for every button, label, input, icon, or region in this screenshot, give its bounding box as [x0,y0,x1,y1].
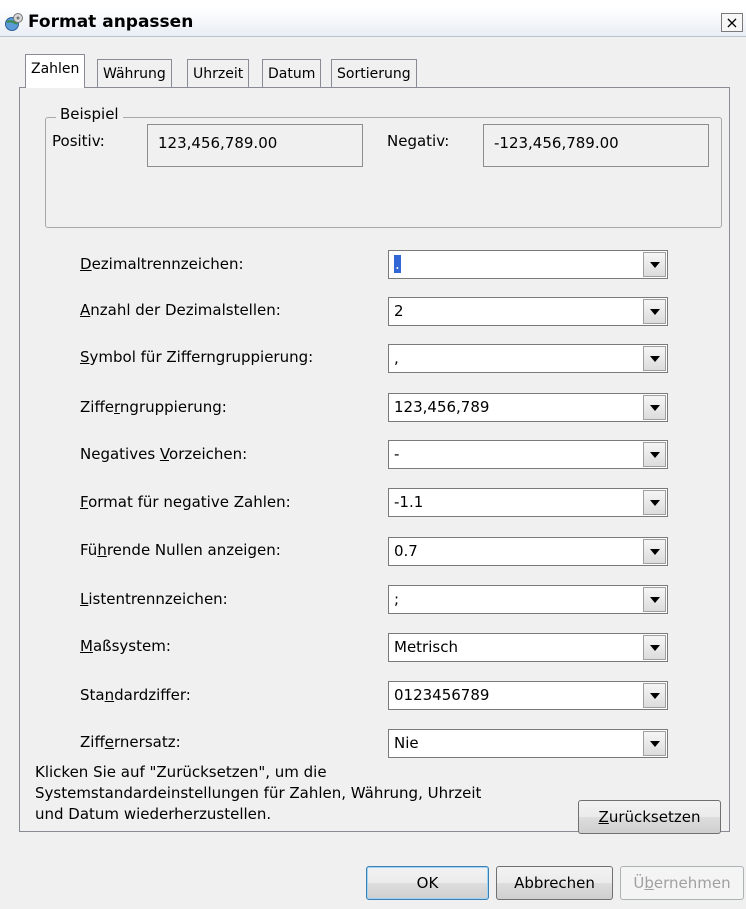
window-title: Format anpassen [28,12,194,32]
masssystem-combo[interactable]: Metrisch [388,633,668,662]
tab-sortierung-label: Sortierung [337,66,411,82]
row-label-standardziffer: Standardziffer: [80,686,191,704]
combo-value: - [394,445,400,463]
row-label-zifferngruppierung: Zifferngruppierung: [80,398,227,416]
row-label-fuehrende-nullen: Führende Nullen anzeigen: [80,541,281,559]
standardziffer-combo[interactable]: 0123456789 [388,681,668,710]
combo-dropdown-button[interactable] [643,539,666,564]
fuehrende-nullen-combo[interactable]: 0.7 [388,537,668,566]
combo-dropdown-button[interactable] [643,346,666,371]
row-label-ziffernersatz: Ziffernersatz: [80,733,181,751]
tab-zahlen-label: Zahlen [31,61,80,77]
tab-uhrzeit[interactable]: Uhrzeit [187,59,250,87]
close-icon: × [725,13,739,32]
tab-datum-label: Datum [268,66,316,82]
row-label-format-negative-zahlen: Format für negative Zahlen: [80,493,291,511]
combo-dropdown-button[interactable] [643,395,666,420]
row-label-symbol-zifferngruppierung: Symbol für Zifferngruppierung: [80,348,314,366]
info-line-1: Klicken Sie auf "Zurücksetzen", um die [35,763,327,781]
combo-dropdown-button[interactable] [643,442,666,467]
chevron-down-icon [650,452,660,458]
negative-label: Negativ: [387,132,450,150]
chevron-down-icon [650,262,660,268]
combo-dropdown-button[interactable] [643,683,666,708]
symbol-zifferngruppierung-combo[interactable]: , [388,344,668,373]
reset-button[interactable]: Zurücksetzen [578,800,721,834]
format-negative-zahlen-combo[interactable]: -1.1 [388,488,668,517]
chevron-down-icon [650,549,660,555]
tab-zahlen[interactable]: Zahlen [25,54,86,88]
tab-waehrung-label: Währung [103,66,166,82]
info-line-3: und Datum wiederherzustellen. [35,805,272,823]
combo-value: 0123456789 [394,686,490,704]
negative-sample-value: -123,456,789.00 [494,134,619,152]
row-label-listentrennzeichen: Listentrennzeichen: [80,590,228,608]
row-label-dezimalstellen: Anzahl der Dezimalstellen: [80,301,281,319]
combo-value: 0.7 [394,542,418,560]
combo-value: , [394,349,399,367]
tab-sortierung[interactable]: Sortierung [331,59,417,87]
info-line-2: Systemstandardeinstellungen für Zahlen, … [35,784,482,802]
combo-dropdown-button[interactable] [643,490,666,515]
combo-value: Metrisch [394,638,458,656]
combo-dropdown-button[interactable] [643,252,666,277]
chevron-down-icon [650,741,660,747]
chevron-down-icon [650,645,660,651]
dezimalstellen-combo[interactable]: 2 [388,297,668,326]
title-bar: Format anpassen × [0,8,746,37]
zifferngruppierung-combo[interactable]: 123,456,789 [388,393,668,422]
chevron-down-icon [650,500,660,506]
combo-dropdown-button[interactable] [643,587,666,612]
settings-globe-icon [5,13,23,31]
tab-uhrzeit-label: Uhrzeit [193,66,244,82]
listentrennzeichen-combo[interactable]: ; [388,585,668,614]
dezimaltrennzeichen-combo[interactable]: . [388,250,668,279]
negatives-vorzeichen-combo[interactable]: - [388,440,668,469]
chevron-down-icon [650,405,660,411]
combo-value: 2 [394,302,404,320]
row-label-masssystem: Maßsystem: [80,637,171,655]
combo-value: -1.1 [394,493,424,511]
combo-value: ; [394,590,400,608]
sample-group-legend: Beispiel [56,105,123,123]
chevron-down-icon [650,356,660,362]
row-label-negatives-vorzeichen: Negatives Vorzeichen: [80,445,248,463]
tab-waehrung[interactable]: Währung [97,59,172,87]
combo-value: . [394,255,401,273]
ok-button[interactable]: OK [366,866,489,900]
positive-label: Positiv: [52,132,105,150]
combo-dropdown-button[interactable] [643,299,666,324]
chevron-down-icon [650,597,660,603]
close-button[interactable]: × [721,13,743,32]
chevron-down-icon [650,693,660,699]
top-clipped-strip [0,0,746,8]
apply-button[interactable]: Übernehmen [620,866,744,900]
combo-dropdown-button[interactable] [643,635,666,660]
chevron-down-icon [650,309,660,315]
ziffernersatz-combo[interactable]: Nie [388,729,668,758]
combo-dropdown-button[interactable] [643,731,666,756]
cancel-button[interactable]: Abbrechen [496,866,613,900]
tab-datum[interactable]: Datum [262,59,322,87]
row-label-dezimaltrennzeichen: Dezimaltrennzeichen: [80,255,244,273]
combo-value: Nie [394,734,419,752]
positive-sample-value: 123,456,789.00 [158,134,278,152]
negative-sample-field: -123,456,789.00 [483,124,709,167]
combo-value: 123,456,789 [394,398,490,416]
positive-sample-field: 123,456,789.00 [147,124,363,167]
reset-info-text: Klicken Sie auf "Zurücksetzen", um die S… [35,762,555,825]
